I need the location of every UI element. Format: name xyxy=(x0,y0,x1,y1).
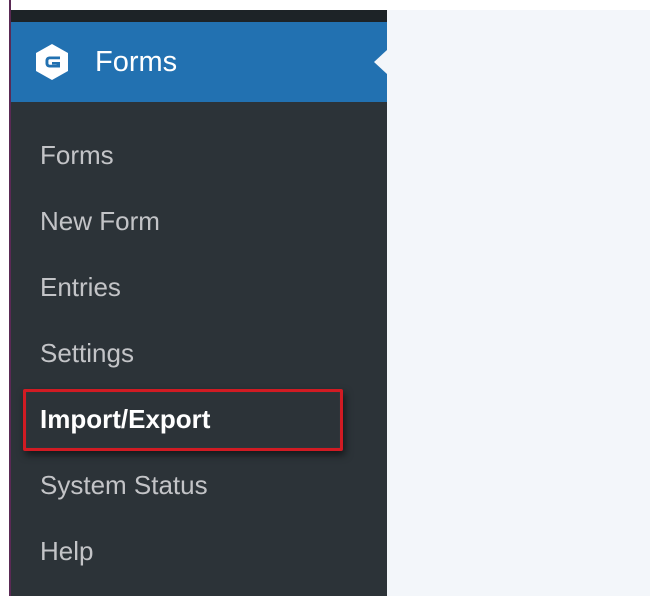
submenu-item-new-form[interactable]: New Form xyxy=(11,188,387,254)
submenu-item-import-export[interactable]: Import/Export xyxy=(11,386,387,452)
submenu-item-label: New Form xyxy=(40,205,160,236)
submenu-item-label: System Status xyxy=(40,469,208,500)
submenu-item-forms[interactable]: Forms xyxy=(11,122,387,188)
left-edge xyxy=(0,0,9,596)
main-content-area xyxy=(387,10,650,596)
submenu-item-label: Entries xyxy=(40,271,121,302)
submenu-item-settings[interactable]: Settings xyxy=(11,320,387,386)
forms-menu-header[interactable]: Forms xyxy=(11,22,387,102)
forms-submenu: Forms New Form Entries Settings Import/E… xyxy=(11,122,387,584)
submenu-item-label: Help xyxy=(40,535,94,566)
sidebar-top-bar xyxy=(11,10,387,22)
screenshot-frame: Forms Forms New Form Entries Settings Im… xyxy=(0,0,650,596)
submenu-item-help[interactable]: Help xyxy=(11,518,387,584)
submenu-item-entries[interactable]: Entries xyxy=(11,254,387,320)
submenu-item-system-status[interactable]: System Status xyxy=(11,452,387,518)
admin-sidebar: Forms Forms New Form Entries Settings Im… xyxy=(11,10,387,596)
top-strip xyxy=(0,0,650,10)
submenu-item-label: Forms xyxy=(40,139,114,170)
forms-menu-label: Forms xyxy=(95,45,178,78)
gravity-forms-logo-icon xyxy=(33,43,71,81)
submenu-item-label: Import/Export xyxy=(40,403,211,434)
submenu-item-label: Settings xyxy=(40,337,134,368)
